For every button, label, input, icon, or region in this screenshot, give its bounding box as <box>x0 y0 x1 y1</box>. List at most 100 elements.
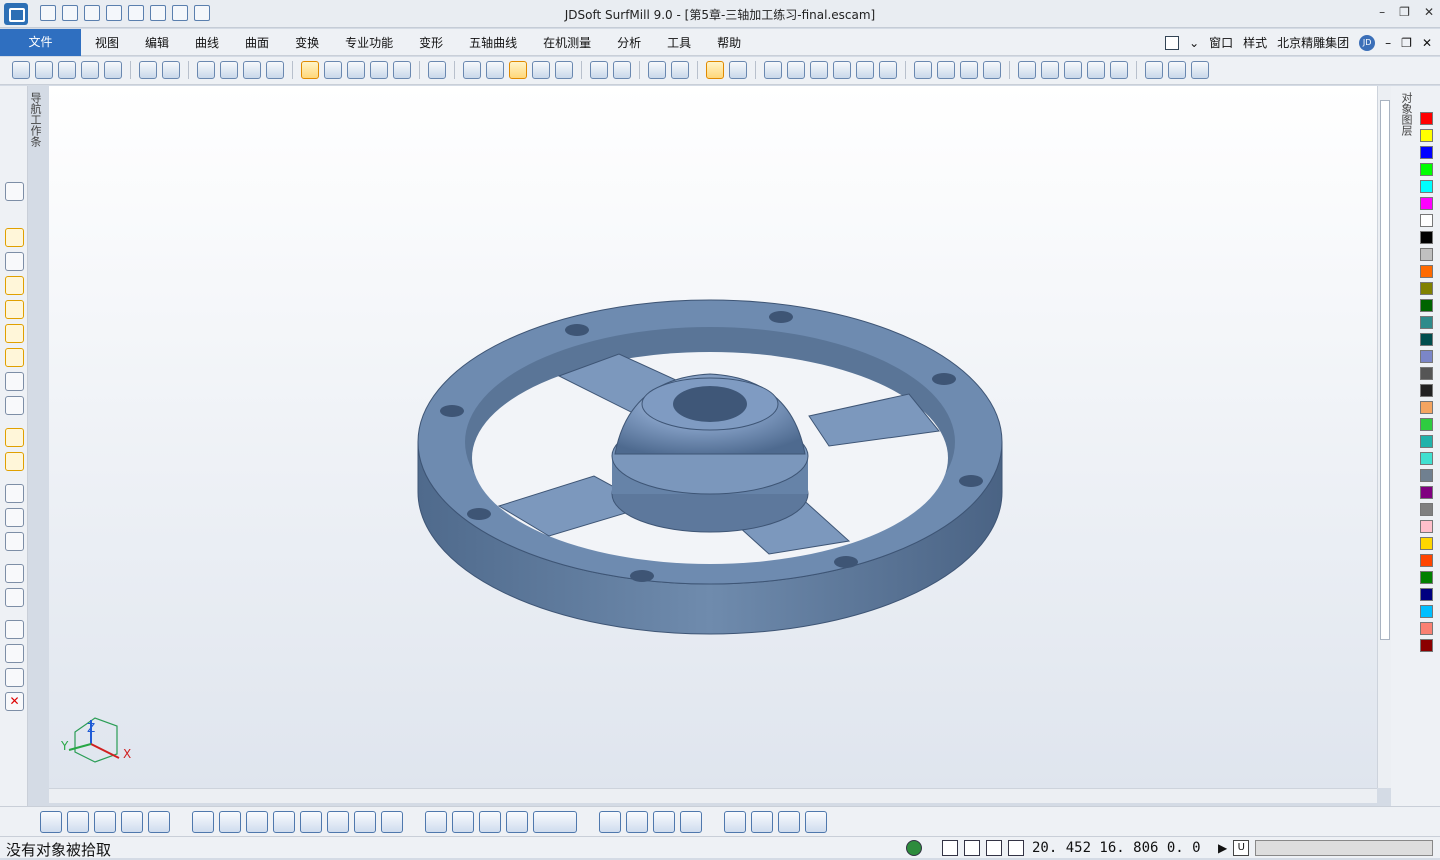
color-swatch[interactable] <box>1420 401 1433 414</box>
spline-tool-icon[interactable] <box>5 252 24 271</box>
menu-analysis[interactable]: 分析 <box>604 29 654 56</box>
grid-off-icon[interactable] <box>805 811 827 833</box>
filter-down-icon[interactable] <box>479 811 501 833</box>
close-icon[interactable]: ✕ <box>1424 5 1434 19</box>
select-box-icon[interactable] <box>1087 61 1105 79</box>
color-swatch[interactable] <box>1420 605 1433 618</box>
company-menu[interactable]: 北京精雕集团 <box>1277 34 1349 51</box>
zoom-out-icon[interactable] <box>787 61 805 79</box>
chain-select-icon[interactable] <box>94 811 116 833</box>
new-icon[interactable] <box>12 61 30 79</box>
navigation-panel-label[interactable]: 导航工作条 <box>27 92 43 147</box>
color-swatch[interactable] <box>1420 520 1433 533</box>
redo-icon[interactable] <box>162 61 180 79</box>
light-green-icon[interactable] <box>1041 61 1059 79</box>
polar-icon[interactable] <box>626 811 648 833</box>
grid-plus-icon[interactable] <box>964 840 980 856</box>
snap-center-icon[interactable] <box>273 811 295 833</box>
trim-tool-icon[interactable] <box>5 396 24 415</box>
color-swatch[interactable] <box>1420 197 1433 210</box>
delete-tool-icon[interactable]: ✕ <box>5 692 24 711</box>
document-tool-icon[interactable] <box>5 668 24 687</box>
forward-arrow-icon[interactable] <box>1191 61 1209 79</box>
circle-icon[interactable] <box>613 61 631 79</box>
color-swatch[interactable] <box>1420 384 1433 397</box>
surface-repair-icon[interactable] <box>5 532 24 551</box>
jd-badge-icon[interactable]: JD <box>1359 34 1376 51</box>
snap-curve-icon[interactable] <box>219 811 241 833</box>
menu-transform[interactable]: 变换 <box>282 29 332 56</box>
color-swatch[interactable] <box>1420 316 1433 329</box>
doc-restore-icon[interactable]: ❐ <box>1401 36 1412 50</box>
ortho-icon[interactable] <box>599 811 621 833</box>
snap-icon[interactable] <box>706 61 724 79</box>
chevron-down-icon[interactable]: ⌄ <box>1189 36 1199 50</box>
point-select-icon[interactable] <box>148 811 170 833</box>
menu-curve[interactable]: 曲线 <box>182 29 232 56</box>
line-tool-icon[interactable] <box>5 228 24 247</box>
refresh-icon[interactable] <box>1145 61 1163 79</box>
snap-body-icon[interactable] <box>300 811 322 833</box>
color-swatch[interactable] <box>1420 180 1433 193</box>
filter-all-icon[interactable] <box>506 811 528 833</box>
zoom-dynamic-icon[interactable] <box>879 61 897 79</box>
color-swatch[interactable] <box>1420 639 1433 652</box>
hand-icon[interactable] <box>1064 61 1082 79</box>
print-icon[interactable] <box>81 61 99 79</box>
color-swatch[interactable] <box>1420 163 1433 176</box>
style-menu[interactable]: 样式 <box>1243 34 1267 51</box>
measure-tool-icon[interactable] <box>5 452 24 471</box>
filter-icon[interactable] <box>425 811 447 833</box>
layer-list-icon[interactable] <box>729 61 747 79</box>
unpick-tool-icon[interactable] <box>5 588 24 607</box>
menu-deform[interactable]: 变形 <box>406 29 456 56</box>
layers-panel-label[interactable]: 对象图层 <box>1398 92 1414 136</box>
save-as-icon[interactable] <box>104 61 122 79</box>
circle-tool-icon[interactable] <box>5 324 24 343</box>
color-swatch[interactable] <box>1420 367 1433 380</box>
dimension-tool-icon[interactable] <box>5 372 24 391</box>
point-tool-icon[interactable] <box>5 182 24 201</box>
color-swatch[interactable] <box>1420 231 1433 244</box>
menu-onmachine-measure[interactable]: 在机测量 <box>530 29 604 56</box>
zoom-prev-icon[interactable] <box>833 61 851 79</box>
snap-mid-icon[interactable] <box>327 811 349 833</box>
menu-professional[interactable]: 专业功能 <box>332 29 406 56</box>
workplane-icon[interactable] <box>680 811 702 833</box>
color-swatch[interactable] <box>1420 503 1433 516</box>
color-swatch[interactable] <box>1420 452 1433 465</box>
doc-icon[interactable] <box>942 840 958 856</box>
vertical-scroll-thumb[interactable] <box>1380 100 1390 640</box>
group-tool-icon[interactable] <box>5 620 24 639</box>
window-menu[interactable]: 窗口 <box>1209 34 1233 51</box>
color-swatch[interactable] <box>1420 333 1433 346</box>
color-swatch[interactable] <box>1420 537 1433 550</box>
top-view-icon[interactable] <box>347 61 365 79</box>
filter-dropdown-icon[interactable] <box>533 811 577 833</box>
color-swatch[interactable] <box>1420 469 1433 482</box>
model-canvas[interactable]: Z X Y <box>49 86 1377 788</box>
surface-edit-icon[interactable] <box>5 508 24 527</box>
sphere-icon[interactable] <box>486 61 504 79</box>
pan-icon[interactable] <box>914 61 932 79</box>
vertical-scrollbar[interactable] <box>1377 86 1391 788</box>
open-icon[interactable] <box>35 61 53 79</box>
view-dir-icon[interactable] <box>393 61 411 79</box>
menu-file[interactable]: 文件 <box>0 29 81 56</box>
color-swatch[interactable] <box>1420 350 1433 363</box>
minimize-icon[interactable]: – <box>1379 5 1385 19</box>
box-select-icon[interactable] <box>67 811 89 833</box>
outline-icon[interactable] <box>532 61 550 79</box>
undo-view-icon[interactable] <box>778 811 800 833</box>
3d-viewport[interactable]: Z X Y <box>49 86 1377 788</box>
zoom-window-icon[interactable] <box>764 61 782 79</box>
menu-help[interactable]: 帮助 <box>704 29 754 56</box>
snap-multi-icon[interactable] <box>381 811 403 833</box>
connect-tool-icon[interactable] <box>5 644 24 663</box>
color-swatch[interactable] <box>1420 435 1433 448</box>
wheel-model[interactable] <box>417 299 1003 635</box>
play-icon[interactable]: ▶ <box>1218 841 1227 855</box>
color-swatch[interactable] <box>1420 265 1433 278</box>
color-swatch[interactable] <box>1420 622 1433 635</box>
select-arrow-icon[interactable] <box>40 811 62 833</box>
